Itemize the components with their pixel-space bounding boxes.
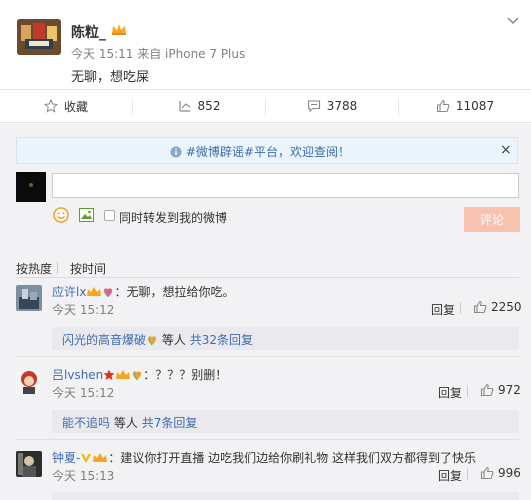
comment-submit-button[interactable]: 评论	[464, 207, 520, 232]
sort-by-hot[interactable]: 按热度	[16, 260, 52, 277]
divider	[16, 439, 519, 440]
comment-time: 今天 15:12	[52, 303, 115, 317]
medal-icon[interactable]	[146, 334, 158, 346]
comment-like-count: 996	[498, 466, 521, 480]
reply-button[interactable]: 回复	[438, 384, 462, 401]
medal-icon[interactable]	[102, 286, 114, 298]
favorite-label: 收藏	[63, 99, 88, 114]
author-avatar[interactable]	[17, 19, 61, 55]
emoji-icon[interactable]	[53, 207, 69, 223]
comment-text: 吕lvshen ：？？？别删！	[52, 366, 227, 383]
sub-reply-link[interactable]: 共7条回复	[142, 416, 198, 430]
sub-replies-text: 能不追吗 等人 共7条回复	[62, 414, 197, 431]
like-count: 11087	[455, 99, 495, 113]
comment-time: 今天 15:13	[52, 469, 115, 483]
vip-badge-icon[interactable]	[110, 23, 128, 36]
author-name[interactable]: 陈粒_	[71, 22, 106, 42]
commenter-name[interactable]: 钟夏-	[52, 451, 80, 465]
sort-by-time[interactable]: 按时间	[70, 260, 106, 277]
comment-body: ：无聊，想拉给你吃。	[114, 285, 235, 299]
comment-like-button[interactable]: 2250	[473, 300, 522, 314]
forward-checkbox[interactable]	[104, 210, 115, 221]
medal-icon[interactable]	[131, 369, 143, 381]
divider	[460, 302, 461, 314]
close-icon[interactable]: ×	[500, 142, 512, 158]
commenter-avatar[interactable]	[16, 368, 42, 394]
my-avatar	[16, 172, 46, 202]
reply-button[interactable]: 回复	[438, 467, 462, 484]
banner-link[interactable]: #微博辟谣#平台，欢迎查阅！	[186, 145, 350, 159]
vip-badge-icon[interactable]	[92, 452, 108, 464]
repost-icon	[178, 101, 190, 112]
post-time[interactable]: 今天 15:11	[71, 47, 133, 61]
divider	[57, 262, 58, 274]
comment-like-count: 2250	[491, 300, 522, 314]
comment-input[interactable]	[52, 173, 519, 198]
star-icon	[43, 99, 58, 113]
post-meta: 今天 15:11 来自 iPhone 7 Plus	[71, 45, 245, 62]
vip-badge-icon[interactable]	[115, 369, 131, 381]
thumbs-up-icon	[480, 383, 494, 397]
post-source: 来自 iPhone 7 Plus	[137, 47, 246, 61]
comment-like-count: 972	[498, 383, 521, 397]
commenter-name[interactable]: 应许lx	[52, 285, 86, 299]
sub-reply-user[interactable]: 闪光的高音爆破	[62, 333, 146, 347]
post-text: 无聊，想吃屎	[71, 70, 150, 85]
comment-text: 应许lx ：无聊，想拉给你吃。	[52, 283, 234, 300]
sub-reply-link[interactable]: 共32条回复	[190, 333, 253, 347]
commenter-avatar[interactable]	[16, 451, 42, 477]
commenter-name[interactable]: 吕lvshen	[52, 368, 103, 382]
like-button[interactable]: 11087	[399, 90, 531, 122]
comment-button[interactable]: 3788	[266, 90, 398, 122]
comment-text: 钟夏- ：建议你打开直播 边吃我们边给你刷礼物 这样我们双方都得到了快乐	[52, 449, 476, 466]
thumbs-up-icon	[473, 300, 487, 314]
thumbs-up-icon	[436, 99, 450, 113]
comment-body: ：？？？别删！	[143, 368, 228, 382]
commenter-avatar[interactable]	[16, 285, 42, 311]
info-icon	[170, 146, 182, 158]
repost-button[interactable]: 852	[133, 90, 265, 122]
repost-count: 852	[197, 99, 221, 113]
rumor-banner-text: #微博辟谣#平台，欢迎查阅！	[170, 143, 350, 160]
sub-reply-more: 等人	[113, 416, 138, 430]
divider	[467, 468, 468, 480]
divider	[16, 356, 519, 357]
comment-icon	[307, 100, 320, 113]
image-icon[interactable]	[79, 208, 94, 222]
comment-time: 今天 15:12	[52, 386, 115, 400]
verified-v-icon[interactable]	[80, 452, 92, 464]
divider	[16, 277, 519, 278]
comment-like-button[interactable]: 972	[480, 383, 521, 397]
comment-body: ：建议你打开直播 边吃我们边给你刷礼物 这样我们双方都得到了快乐	[108, 451, 476, 465]
sub-reply-more: 等人	[161, 333, 186, 347]
action-bar: 收藏 852 3788 11087	[0, 89, 531, 123]
star-badge-icon[interactable]	[103, 369, 115, 381]
chevron-down-icon[interactable]	[506, 14, 520, 28]
thumbs-up-icon	[480, 466, 494, 480]
divider	[467, 385, 468, 397]
comment-like-button[interactable]: 996	[480, 466, 521, 480]
forward-label: 同时转发到我的微博	[119, 211, 228, 225]
sub-replies	[52, 492, 519, 500]
reply-button[interactable]: 回复	[431, 301, 455, 318]
comment-count: 3788	[326, 99, 358, 113]
favorite-button[interactable]: 收藏	[0, 90, 132, 122]
sub-reply-user[interactable]: 能不追吗	[62, 416, 110, 430]
vip-badge-icon[interactable]	[86, 286, 102, 298]
sub-replies-text: 闪光的高音爆破 等人 共32条回复	[62, 331, 253, 348]
